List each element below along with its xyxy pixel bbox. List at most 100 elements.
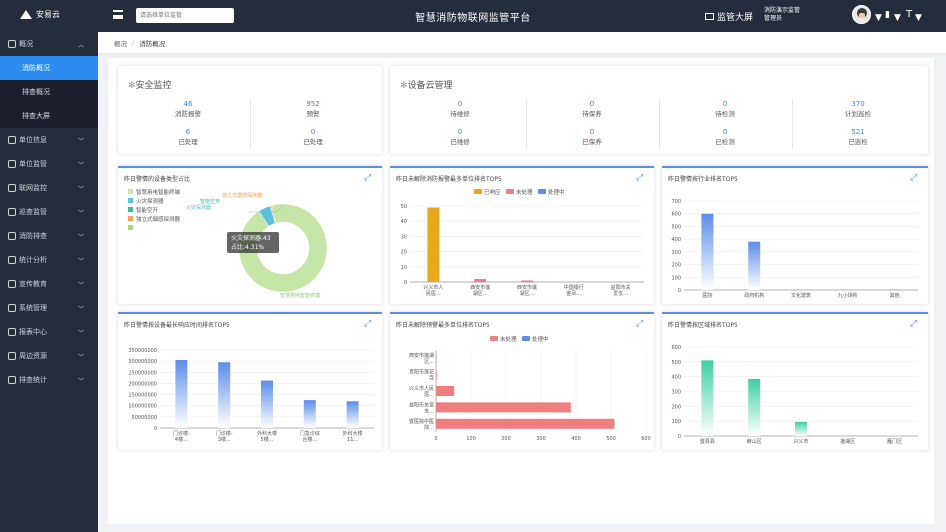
stat-planned-patrol[interactable]: 370 计划巡检 xyxy=(818,100,898,118)
chart-icon xyxy=(8,256,16,264)
y-tick-label: 医... xyxy=(424,392,434,398)
stat-warning-handled[interactable]: 0 已处理 xyxy=(273,128,353,146)
bar xyxy=(218,362,231,428)
stat-fire-alarm[interactable]: 46 消防报警 xyxy=(148,100,228,118)
y-tick-label: 150000000 xyxy=(128,393,157,399)
sidebar-item-unit-supervision[interactable]: 单位监管 ﹀ xyxy=(0,152,98,176)
breadcrumb-home[interactable]: 概况 xyxy=(114,38,127,48)
sidebar-item-overview[interactable]: 概况 ︿ xyxy=(0,32,98,56)
stat-value: 952 xyxy=(306,100,320,108)
y-tick-label: 400 xyxy=(671,237,681,243)
stat-label: 已检测 xyxy=(715,138,735,146)
sidebar-subitem-inspection-overview[interactable]: 排查概况 xyxy=(0,80,98,104)
home-icon xyxy=(8,40,16,48)
bar xyxy=(436,386,455,396)
panel-response-time-top5: 昨日警情按设备最长响应时间排名TOP5 ⤢ 0 50000000 100000000… xyxy=(118,312,382,450)
panel-unresolved-warning-top5: 昨日未解除预警最多单位排名TOP5 ⤢ 未处理 处理中 0 100 200 300 400 5… xyxy=(390,312,654,450)
card-title: ✻安全监控 xyxy=(128,78,172,91)
y-tick-label: 200000000 xyxy=(128,381,157,387)
x-tick-label: 门诊楼- xyxy=(173,430,190,437)
sidebar-item-reports[interactable]: 报表中心 ﹀ xyxy=(0,320,98,344)
stat-fire-handled[interactable]: 6 已处理 xyxy=(148,128,228,146)
y-tick-label: 350000000 xyxy=(128,348,157,354)
sidebar-item-patrol[interactable]: 巡查监管 ﹀ xyxy=(0,200,98,224)
stat-tested[interactable]: 0 已检测 xyxy=(685,128,765,146)
y-tick-label: 300 xyxy=(671,390,681,396)
phone-dropdown-icon[interactable]: ▼ xyxy=(894,13,901,23)
x-tick-label: 益阳市关 xyxy=(611,284,631,291)
sidebar-item-statistics[interactable]: 统计分析 ﹀ xyxy=(0,248,98,272)
panel-industry-top5: 昨日警情按行业排名TOP5 ⤢ 0 100 200 300 400 500 600 700 医院… xyxy=(662,166,928,304)
card-title: ✻设备云管理 xyxy=(400,78,453,91)
sidebar-item-label: 概况 xyxy=(19,40,33,48)
sidebar-item-unit-info[interactable]: 单位信息 ﹀ xyxy=(0,128,98,152)
sidebar-subitem-fire-overview[interactable]: 消防概况 xyxy=(0,56,98,80)
gear-icon xyxy=(8,304,16,312)
logo[interactable]: 安易云 xyxy=(20,9,60,20)
stat-pending-test[interactable]: 0 待检测 xyxy=(685,100,765,118)
stat-pending-repair[interactable]: 0 待维修 xyxy=(420,100,500,118)
stat-patrolled[interactable]: 521 已巡检 xyxy=(818,128,898,146)
bigscreen-button[interactable]: 监管大屏 xyxy=(705,10,753,23)
sidebar-item-network-monitor[interactable]: 联网监控 ﹀ xyxy=(0,176,98,200)
sidebar-subitem-inspection-bigscreen[interactable]: 排查大屏 xyxy=(0,104,98,128)
chevron-down-icon: ﹀ xyxy=(77,257,84,265)
legend-swatch xyxy=(128,198,133,203)
stat-maintained[interactable]: 0 已保养 xyxy=(552,128,632,146)
panel-unresolved-alarm-top5: 昨日未解除消防报警最多单位排名TOP5 ⤢ 已响应 未处理 处理中 0 10 20 30 40… xyxy=(390,166,654,304)
location-icon xyxy=(8,352,16,360)
avatar-dropdown-icon[interactable]: ▼ xyxy=(875,13,882,23)
sidebar-item-fire-inspection[interactable]: 消防排查 ﹀ xyxy=(0,224,98,248)
y-tick-label: 0 xyxy=(678,434,681,440)
x-tick-label: 文化建筑 xyxy=(791,292,811,299)
tooltip-line: 占比:4.31% xyxy=(231,243,264,251)
user-name: 消防演示监管 xyxy=(764,7,801,14)
chevron-down-icon: ﹀ xyxy=(77,329,84,337)
logo-icon xyxy=(20,9,32,20)
y-tick-label: 50000000 xyxy=(132,415,157,421)
x-tick-label: 西安市莲 xyxy=(470,284,490,291)
stat-label: 预警 xyxy=(306,110,320,118)
sidebar-item-system[interactable]: 系统管理 ﹀ xyxy=(0,296,98,320)
y-tick-label: 250000000 xyxy=(128,370,157,376)
y-tick-label: 支... xyxy=(424,407,434,414)
stat-pending-maintain[interactable]: 0 待保养 xyxy=(552,100,632,118)
legend-label: 处理中 xyxy=(548,188,565,196)
unit-search-input[interactable] xyxy=(136,8,234,23)
sidebar-item-label: 单位信息 xyxy=(19,136,47,144)
stat-label: 已巡检 xyxy=(848,138,868,146)
x-tick-label: 100 xyxy=(466,436,476,442)
bar-chart: 0 100 200 300 400 500 600 700 医院 政府机构 文化建筑 九小场所 其他 xyxy=(671,199,918,299)
y-tick-label: 300 xyxy=(671,250,681,256)
x-tick-label: 300 xyxy=(536,436,546,442)
stat-value: 0 xyxy=(457,100,463,108)
sidebar-item-label: 巡查监管 xyxy=(19,208,47,216)
top-bar: 安易云 智慧消防物联网监管平台 监管大屏 消防演示监管 管理员 ▼ ▮ ▼ T … xyxy=(0,0,946,32)
sidebar-item-education[interactable]: 宣传教育 ﹀ xyxy=(0,272,98,296)
x-tick-label: 中国银行 xyxy=(564,284,584,291)
check-icon xyxy=(8,232,16,240)
phone-icon[interactable]: ▮ xyxy=(885,10,890,20)
building-icon xyxy=(8,136,16,144)
avatar[interactable] xyxy=(852,5,871,24)
stat-value: 0 xyxy=(589,128,595,136)
pie-callout-label: 智能空开 xyxy=(200,198,220,205)
logo-text: 安易云 xyxy=(36,10,60,19)
y-tick-label: 100 xyxy=(671,275,681,281)
sidebar-item-nearby-resources[interactable]: 周边资源 ﹀ xyxy=(0,344,98,368)
y-tick-label: 600 xyxy=(671,212,681,218)
y-tick-label: 院... xyxy=(424,424,434,431)
stat-warning[interactable]: 952 预警 xyxy=(273,100,353,118)
stat-label: 消防报警 xyxy=(175,110,201,118)
hamburger-menu-icon[interactable] xyxy=(113,10,123,19)
font-size-icon[interactable]: T xyxy=(906,9,912,20)
x-tick-label: 民医... xyxy=(426,291,441,297)
report-icon xyxy=(8,328,16,336)
stat-repaired[interactable]: 0 已维修 xyxy=(420,128,500,146)
font-dropdown-icon[interactable]: ▼ xyxy=(915,13,922,23)
sidebar-item-inspection-stats[interactable]: 排查统计 ﹀ xyxy=(0,368,98,392)
x-tick-label: 0 xyxy=(434,436,437,442)
y-tick-label: 西安市莲湖 xyxy=(409,352,434,359)
bar xyxy=(261,380,273,428)
bar xyxy=(436,418,615,429)
